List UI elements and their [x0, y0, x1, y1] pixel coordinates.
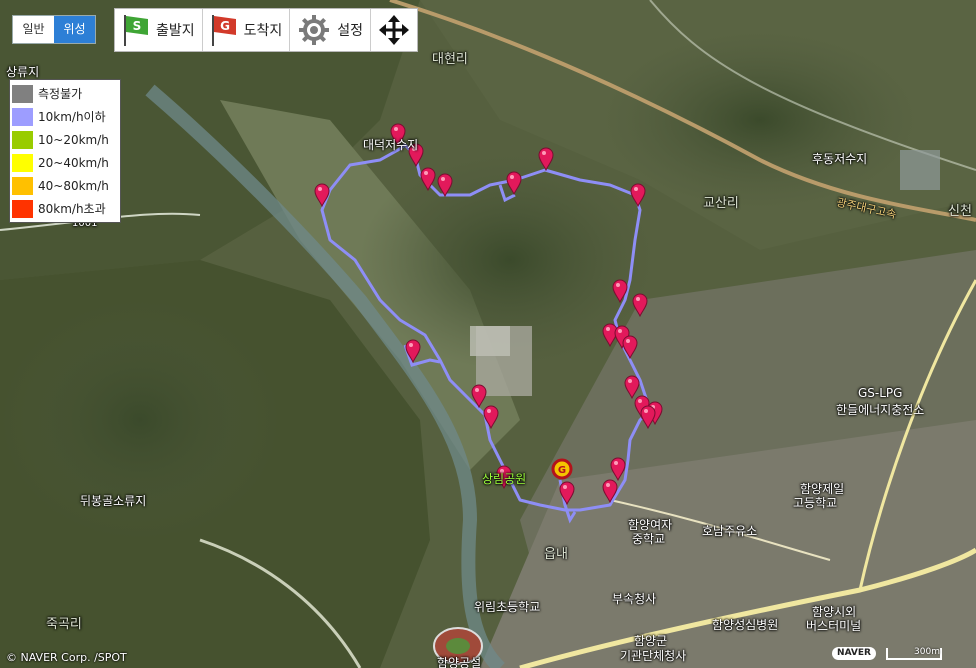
waypoint-pin-icon[interactable]: [612, 279, 628, 304]
waypoint-pin-icon[interactable]: [624, 375, 640, 400]
set-end-button[interactable]: G 도착지: [203, 9, 291, 51]
waypoint-pin-icon[interactable]: [420, 167, 436, 192]
waypoint-pin-icon[interactable]: [559, 481, 575, 506]
map-label-jukgok: 죽곡리: [46, 617, 82, 632]
svg-text:G: G: [558, 465, 566, 476]
map-label-hanteul: 한들에너지충전소: [836, 403, 925, 417]
map-label-busu: 부속청사: [612, 592, 657, 606]
set-start-label: 출발지: [156, 23, 195, 39]
map-label-sincheon: 신천: [948, 204, 972, 219]
legend-swatch: [12, 84, 33, 103]
map-label-sanglim: 상림공원: [482, 472, 527, 486]
map-label-stadium: 함양공설: [437, 656, 482, 668]
waypoint-markers: G: [314, 123, 663, 506]
satellite-map[interactable]: G 대덕저수지 대현리 후동저수지 교산리 GS-LPG 한들에너지충전소 함양…: [0, 0, 976, 668]
map-type-toggle: 일반 위성: [12, 15, 96, 44]
map-label-daehyeon: 대현리: [432, 52, 468, 67]
goal-marker-icon[interactable]: G: [551, 458, 573, 480]
naver-logo[interactable]: NAVER: [832, 647, 876, 660]
legend-item: 10km/h이하: [10, 105, 120, 128]
legend-swatch: [12, 176, 33, 195]
move-arrows-icon: [379, 15, 410, 45]
map-label-dwibong: 뒤봉골소류지: [80, 494, 147, 508]
waypoint-pin-icon[interactable]: [622, 335, 638, 360]
move-button[interactable]: [371, 9, 417, 51]
scale-bar: 300m: [886, 648, 942, 660]
settings-label: 설정: [337, 23, 364, 39]
svg-text:S: S: [133, 19, 142, 33]
legend-item: 20~40km/h: [10, 151, 120, 174]
set-end-label: 도착지: [243, 23, 283, 39]
map-label-gs-lpg: GS-LPG: [858, 386, 903, 400]
goal-flag-icon: G: [211, 15, 236, 46]
legend-label: 20~40km/h: [38, 155, 109, 170]
legend-swatch: [12, 153, 33, 172]
waypoint-pin-icon[interactable]: [314, 183, 330, 208]
map-label-hudong: 후동저수지: [812, 152, 868, 166]
waypoint-pin-icon[interactable]: [602, 479, 618, 504]
map-label-wirim: 위림초등학교: [474, 600, 541, 614]
start-flag-icon: S: [124, 15, 148, 46]
legend-swatch: [12, 107, 33, 126]
copyright: © NAVER Corp. /SPOT: [6, 651, 127, 664]
legend-item: 40~80km/h: [10, 174, 120, 197]
legend-swatch: [12, 199, 33, 218]
legend-item: 80km/h초과: [10, 197, 120, 220]
map-label-daeseok: 대덕저수지: [363, 138, 419, 152]
legend-item: 10~20km/h: [10, 128, 120, 151]
map-label-terminal2: 버스터미널: [806, 619, 862, 633]
set-start-button[interactable]: S 출발지: [115, 9, 203, 51]
map-label-honam: 호남주유소: [702, 524, 758, 538]
map-label-sanggyo: 상류지: [6, 65, 40, 79]
map-type-normal-button[interactable]: 일반: [13, 16, 54, 43]
waypoint-pin-icon[interactable]: [538, 147, 554, 172]
waypoint-pin-icon[interactable]: [506, 171, 522, 196]
legend-item: 측정불가: [10, 82, 120, 105]
waypoint-pin-icon[interactable]: [640, 405, 656, 430]
waypoint-pin-icon[interactable]: [610, 457, 626, 482]
map-type-satellite-button[interactable]: 위성: [54, 16, 95, 43]
legend-label: 80km/h초과: [38, 202, 106, 216]
legend-label: 측정불가: [38, 87, 83, 101]
legend-label: 10~20km/h: [38, 132, 109, 147]
map-label-hospital: 함양성심병원: [712, 618, 779, 632]
waypoint-pin-icon[interactable]: [483, 405, 499, 430]
legend-label: 40~80km/h: [38, 178, 109, 193]
map-label-gyosan: 교산리: [703, 196, 739, 211]
waypoint-pin-icon[interactable]: [437, 173, 453, 198]
waypoint-pin-icon[interactable]: [630, 183, 646, 208]
route-toolbar: S 출발지 G 도착지 설정: [114, 8, 419, 52]
waypoint-pin-icon[interactable]: [471, 384, 487, 409]
map-label-yeojung2: 중학교: [632, 532, 666, 546]
svg-text:G: G: [220, 19, 230, 33]
waypoint-pin-icon[interactable]: [405, 339, 421, 364]
legend-swatch: [12, 130, 33, 149]
legend-label: 10km/h이하: [38, 110, 106, 124]
map-label-gun2: 기관단체청사: [620, 649, 687, 663]
waypoint-pin-icon[interactable]: [632, 293, 648, 318]
settings-button[interactable]: 설정: [290, 9, 372, 51]
speed-legend: 측정불가 10km/h이하 10~20km/h 20~40km/h 40~80km/h 8…: [9, 79, 121, 223]
gear-icon: [299, 15, 330, 45]
map-label-jeil2: 고등학교: [793, 496, 838, 510]
map-label-eup: 읍내: [544, 547, 568, 562]
